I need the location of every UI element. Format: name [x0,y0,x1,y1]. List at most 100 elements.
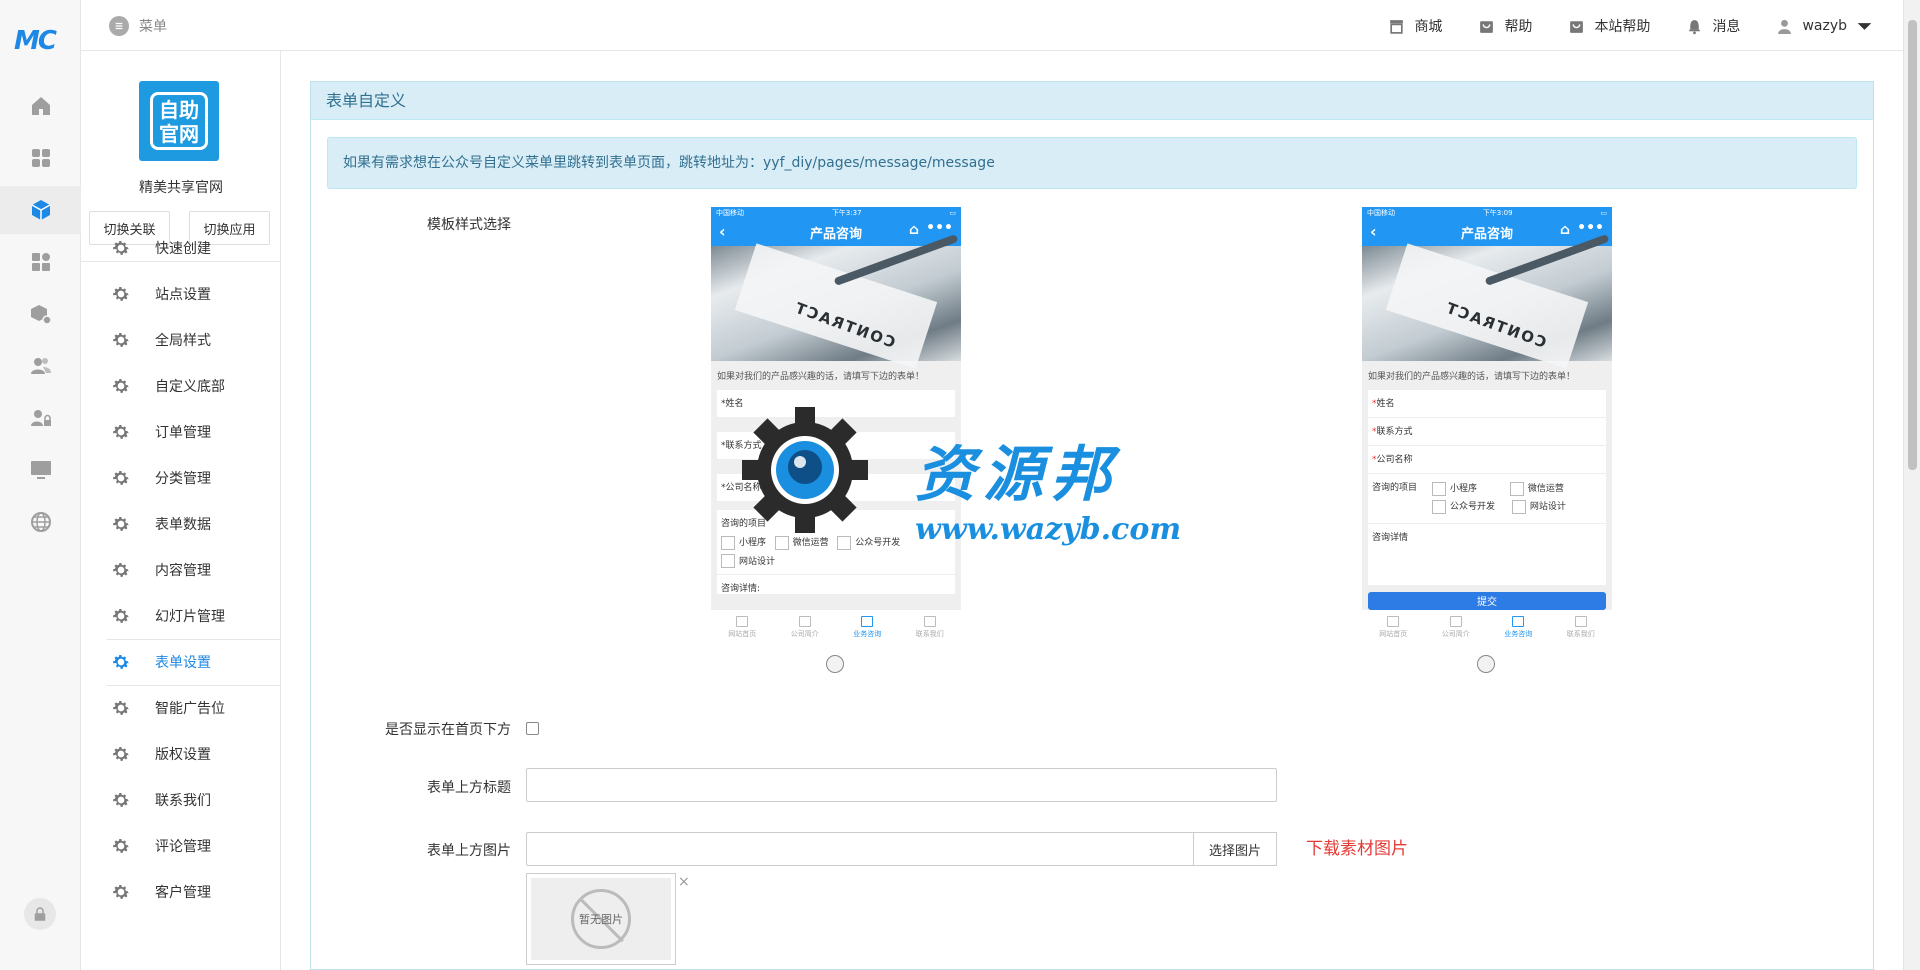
sidebar-item-label: 评论管理 [155,839,211,855]
home-icon[interactable] [0,82,81,130]
sidebar-item[interactable]: 站点设置 [107,271,281,317]
phone-tab: 业务咨询 [853,615,881,639]
lock-icon[interactable] [24,898,56,930]
template-radio-2[interactable] [1477,655,1495,673]
watermark: 资源邦 www.wazyb.com [740,400,1190,547]
phone-tab: 公司简介 [1441,615,1470,639]
show-home-checkbox[interactable] [526,722,539,735]
sidebar-item-label: 联系我们 [155,793,211,809]
form-field: *联系方式 [1368,418,1606,446]
detail-label: 咨询详情 [1372,533,1409,543]
banner-image: CONTRACT [1362,234,1612,369]
globe-icon[interactable] [0,498,81,546]
top-link-site-help[interactable]: 本站帮助 [1568,16,1650,36]
gear-icon [113,839,129,853]
more-icon: ••• [926,220,953,236]
sidebar-item-label: 客户管理 [155,885,211,901]
form-field: *姓名 [1368,390,1606,418]
gear-icon [113,563,129,577]
user-lock-icon[interactable] [0,394,81,442]
sidebar-item[interactable]: 全局样式 [107,317,281,363]
home-icon: ⌂ [1559,222,1570,238]
top-image-label: 表单上方图片 [427,843,511,859]
sidebar-item[interactable]: 内容管理 [107,547,281,593]
remove-image-icon[interactable]: × [678,874,690,890]
app-logo[interactable]: MC [14,26,66,56]
sidebar-item-label: 订单管理 [155,425,211,441]
top-link-label: 消息 [1712,19,1741,35]
user-menu[interactable]: wazyb [1776,16,1873,36]
option-label: 网站设计 [739,556,776,567]
option-label: 小程序 [1450,484,1478,494]
top-link-messages[interactable]: 消息 [1686,16,1740,36]
bell-icon [1689,19,1701,34]
sidebar-item[interactable]: 客户管理 [107,869,281,915]
back-icon: ‹ [719,222,726,241]
info-alert: 如果有需求想在公众号自定义菜单里跳转到表单页面，跳转地址为：yyf_diy/pa… [327,137,1857,189]
monitor-icon[interactable] [0,446,81,494]
sidebar-item[interactable]: 分类管理 [107,455,281,501]
carrier: 中国移动 [1367,208,1395,217]
icon-rail: MC [0,0,81,970]
sidebar-item[interactable]: 评论管理 [107,823,281,869]
watermark-gear-icon [742,407,868,533]
site-help-icon [1570,20,1584,33]
sidebar-item[interactable]: 自定义底部 [107,363,281,409]
template-preview-2[interactable]: 中国移动 下午3:09 ▭ ‹ 产品咨询 ⌂ ••• CONTRACT 如果对我… [1362,207,1612,644]
gear-icon [113,885,129,899]
battery-icon: ▭ [1600,208,1607,217]
top-link-help[interactable]: 帮助 [1478,16,1532,36]
phone-nav-title: 产品咨询 [1460,226,1513,242]
top-link-store[interactable]: 商城 [1388,16,1442,36]
package-gear-icon[interactable] [0,290,81,338]
apps-grid-icon[interactable] [0,134,81,182]
sidebar-item[interactable]: 快速创建 [107,225,281,271]
intro-text: 如果对我们的产品感兴趣的话，请填写下边的表单！ [1362,361,1612,390]
site-sidebar: 自助官网 精美共享官网 切换关联 切换应用 快速创建 站点设置 全局样式 自定义底部订… [81,51,281,970]
top-link-label: 帮助 [1504,19,1533,35]
sidebar-item[interactable]: 幻灯片管理 [107,593,281,639]
submit-button: 提交 [1368,592,1606,610]
cube-icon[interactable] [0,186,81,234]
menu-toggle[interactable]: 菜单 [109,16,167,36]
sidebar-item-label: 版权设置 [155,747,211,763]
users-icon[interactable] [0,342,81,390]
intro-text: 如果对我们的产品感兴趣的话，请填写下边的表单！ [711,361,961,390]
scrollbar-thumb[interactable] [1908,20,1917,470]
sidebar-item[interactable]: 表单设置 [107,639,281,685]
phone-tab: 联系我们 [1567,615,1595,639]
caret-down-icon [1857,22,1872,30]
sidebar-item[interactable]: 表单数据 [107,501,281,547]
clock: 下午3:09 [1482,208,1513,217]
phone-tab: 网站首页 [1379,615,1407,639]
watermark-url: www.wazyb.com [915,512,1182,547]
page-scrollbar[interactable] [1903,0,1920,970]
sidebar-item[interactable]: 版权设置 [107,731,281,777]
sidebar-item[interactable]: 联系我们 [107,777,281,823]
widgets-icon[interactable] [0,238,81,286]
no-image-text: 暂无图片 [579,913,623,926]
download-assets-link[interactable]: 下载素材图片 [1306,834,1408,859]
tab-label: 公司简介 [790,629,819,638]
store-icon [1390,19,1404,34]
template-radio-1[interactable] [826,655,844,673]
phone-tabbar: 网站首页 公司简介 业务咨询 联系我们 [711,610,961,644]
tab-label: 公司简介 [1441,629,1470,638]
image-preview: 暂无图片 [526,873,676,965]
home-icon: ⌂ [908,222,919,238]
sidebar-item-label: 站点设置 [155,287,211,303]
top-link-label: 商城 [1414,19,1443,35]
sidebar-item[interactable]: 订单管理 [107,409,281,455]
top-image-input[interactable] [526,832,1194,866]
sidebar-item[interactable]: 智能广告位 [107,685,281,731]
top-title-input[interactable] [526,768,1277,802]
form-field: *公司名称 [1368,446,1606,474]
option-label: 网站设计 [1529,502,1566,512]
site-name: 精美共享官网 [139,180,223,196]
field-label: 公司名称 [1376,455,1413,465]
site-logo: 自助官网 [139,81,219,161]
choose-image-button[interactable]: 选择图片 [1193,832,1277,866]
phone-tabbar: 网站首页 公司简介 业务咨询 联系我们 [1362,610,1612,644]
sidebar-item-label: 自定义底部 [155,379,225,395]
username: wazyb [1802,18,1847,34]
